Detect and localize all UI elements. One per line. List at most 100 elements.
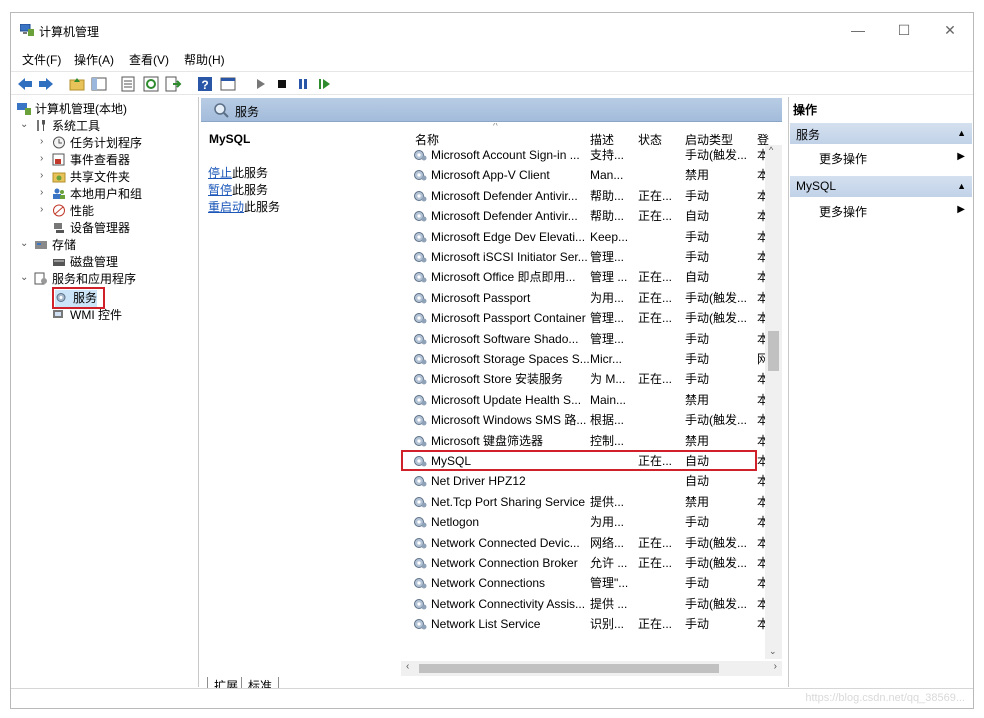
menu-view[interactable]: 查看(V) [129, 51, 169, 68]
minimize-button[interactable]: — [836, 17, 880, 43]
table-row[interactable]: Microsoft iSCSI Initiator Ser... 管理... 手动本 [401, 247, 767, 267]
stop-icon[interactable] [273, 75, 291, 93]
chevron-right-icon[interactable]: › [40, 170, 50, 181]
more-actions-mysql[interactable]: 更多操作 [819, 203, 867, 220]
scroll-up-icon[interactable]: ^ [769, 145, 773, 155]
tree-item-task-scheduler[interactable]: 任务计划程序 [52, 135, 142, 152]
horizontal-scrollbar[interactable]: ‹ › [401, 661, 782, 676]
table-row[interactable]: Network Connected Devic... 网络... 正在... 手动(触… [401, 533, 767, 553]
chevron-right-icon[interactable]: › [40, 187, 50, 198]
help-icon[interactable]: ? [196, 75, 214, 93]
service-gear-icon [414, 496, 427, 508]
table-row[interactable]: Microsoft Passport Container 管理... 正在... 手动… [401, 308, 767, 328]
menu-file[interactable]: 文件(F) [22, 51, 61, 68]
table-row[interactable]: Microsoft 键盘筛选器 控制... 禁用本 [401, 431, 767, 451]
chevron-right-icon[interactable]: › [40, 204, 50, 215]
table-row[interactable]: Microsoft Storage Spaces S... Micr... 手动网 [401, 349, 767, 369]
stop-service-link[interactable]: 停止 [208, 166, 232, 180]
refresh-icon[interactable] [142, 75, 160, 93]
chevron-right-icon[interactable]: › [40, 136, 50, 147]
resume-icon[interactable] [315, 75, 333, 93]
pause-icon[interactable] [294, 75, 312, 93]
tree-label-services-apps: 服务和应用程序 [52, 272, 137, 286]
tree-item-services-apps[interactable]: 服务和应用程序 [34, 271, 136, 288]
chevron-down-icon[interactable]: ⌄ [20, 238, 30, 249]
forward-icon[interactable] [37, 75, 55, 93]
service-startup-type: 自动 [685, 270, 710, 285]
service-gear-icon [414, 190, 427, 202]
chevron-down-icon[interactable]: ⌄ [20, 272, 30, 283]
close-button[interactable]: ✕ [928, 17, 972, 43]
svg-text:?: ? [201, 78, 208, 92]
chevron-down-icon[interactable]: ⌄ [20, 119, 30, 130]
collapse-icon[interactable]: ▲ [957, 128, 966, 138]
mysql-highlight-box [401, 450, 757, 471]
table-row[interactable]: Microsoft Edge Dev Elevati... Keep... 手动本 [401, 227, 767, 247]
tree-item-local-users[interactable]: 本地用户和组 [52, 186, 142, 203]
tree-item-storage[interactable]: 存储 [34, 237, 76, 254]
service-gear-icon [414, 578, 427, 589]
scroll-right-icon[interactable]: › [774, 661, 777, 672]
tree-item-shared-folders[interactable]: 共享文件夹 [52, 169, 130, 186]
service-startup-type: 手动 [685, 352, 710, 366]
table-row[interactable]: Net.Tcp Port Sharing Service 提供... 禁用本 [401, 492, 767, 512]
service-status: 正在... [638, 372, 673, 387]
export-icon[interactable] [164, 75, 182, 93]
tree-item-system-tools[interactable]: 系统工具 [34, 118, 100, 135]
maximize-button[interactable]: ☐ [882, 17, 926, 43]
table-row[interactable]: Microsoft Defender Antivir... 帮助... 正在... 自… [401, 206, 767, 226]
console-icon[interactable] [219, 75, 237, 93]
service-startup-type: 手动 [685, 250, 710, 264]
tree-label-shared-folders: 共享文件夹 [70, 170, 131, 184]
table-row[interactable]: Microsoft Store 安装服务为 M... 正在... 手动本 [401, 369, 767, 389]
service-name: Microsoft Store 安装服务 [431, 372, 564, 387]
table-row[interactable]: Network Connectivity Assis... 提供 ... 手动(触发… [401, 594, 767, 614]
folder-up-icon[interactable] [68, 75, 86, 93]
more-actions-services[interactable]: 更多操作 [819, 150, 867, 167]
service-status: 正在... [638, 290, 673, 305]
table-row[interactable]: Net Driver HPZ12 自动本 [401, 471, 767, 491]
vertical-scroll-thumb[interactable] [768, 331, 779, 371]
service-name: Microsoft 键盘筛选器 [431, 433, 544, 448]
table-row[interactable]: Microsoft Defender Antivir... 帮助... 正在... 手… [401, 186, 767, 206]
scroll-left-icon[interactable]: ‹ [406, 661, 409, 672]
tree-item-performance[interactable]: 性能 [52, 203, 94, 220]
play-icon[interactable] [252, 75, 270, 93]
vertical-scrollbar[interactable]: ^ ⌄ [765, 145, 782, 659]
table-row[interactable]: Microsoft Account Sign-in ... 支持... 手动(触发.… [401, 145, 767, 165]
table-row[interactable]: Microsoft Update Health S... Main... 禁用本 [401, 390, 767, 410]
chevron-right-icon[interactable]: › [40, 153, 50, 164]
back-icon[interactable] [16, 75, 34, 93]
table-row[interactable]: Netlogon 为用... 手动本 [401, 512, 767, 532]
actions-section-mysql[interactable]: MySQL ▲ [790, 176, 972, 197]
tree-item-device-manager[interactable]: 设备管理器 [52, 220, 130, 237]
horizontal-scroll-thumb[interactable] [419, 664, 719, 673]
service-gear-icon [414, 558, 427, 569]
tree-item-wmi[interactable]: WMI 控件 [52, 307, 122, 324]
pause-service-link[interactable]: 暂停 [208, 183, 232, 197]
restart-service-link[interactable]: 重启动 [208, 200, 244, 214]
scroll-down-icon[interactable]: ⌄ [769, 646, 777, 657]
properties-icon[interactable] [119, 75, 137, 93]
tree-item-disk-management[interactable]: 磁盘管理 [52, 254, 118, 271]
table-row[interactable]: Microsoft Software Shado... 管理... 手动本 [401, 329, 767, 349]
pause-service-suffix: 此服务 [232, 183, 269, 197]
table-row[interactable]: Microsoft Windows SMS 路... 根据... 手动(触发... 本 [401, 410, 767, 430]
table-row[interactable]: Microsoft Office 即点即用... 管理 ... 正在... 自动本 [401, 267, 767, 287]
table-row[interactable]: Network Connection Broker 允许 ... 正在... 手动(触… [401, 553, 767, 573]
disk-icon [53, 259, 65, 266]
show-tree-icon[interactable] [90, 75, 108, 93]
table-row[interactable]: Microsoft Passport 为用... 正在... 手动(触发... 本 [401, 288, 767, 308]
collapse-icon[interactable]: ▲ [957, 181, 966, 191]
table-row[interactable]: Network Connections 管理"... 手动本 [401, 573, 767, 593]
service-startup-type: 手动(触发... [685, 535, 747, 550]
menu-help[interactable]: 帮助(H) [184, 51, 225, 68]
table-row[interactable]: Network List Service 识别... 正在... 手动本 [401, 614, 767, 634]
tree-label-performance: 性能 [70, 204, 95, 218]
table-row[interactable]: Microsoft App-V Client Man... 禁用本 [401, 165, 767, 185]
tree-item-event-viewer[interactable]: 事件查看器 [52, 152, 130, 169]
actions-section-services[interactable]: 服务 ▲ [790, 123, 972, 144]
tree-item-root[interactable]: 计算机管理(本地) [17, 101, 127, 118]
menu-action[interactable]: 操作(A) [74, 51, 114, 68]
service-name: Microsoft Passport Container [431, 311, 586, 326]
